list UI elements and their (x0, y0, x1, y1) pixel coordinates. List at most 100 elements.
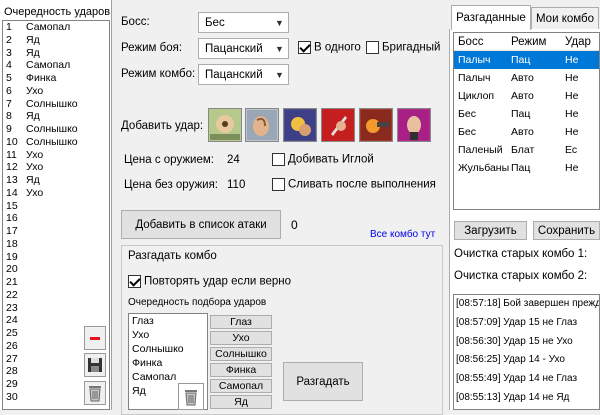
strike-queue-row[interactable]: 11 Ухо (3, 149, 109, 162)
repeat-strike-checkbox[interactable]: Повторять удар если верно (128, 275, 291, 288)
combo-mode-select[interactable]: Пацанский ▼ (198, 64, 289, 85)
strike-queue-row[interactable]: 19 (3, 251, 109, 264)
pick-order-item[interactable]: Самопал (129, 370, 207, 384)
pick-order-item[interactable]: Глаз (129, 314, 207, 328)
strike-queue-row[interactable]: 10 Солнышко (3, 136, 109, 149)
strike-queue-number: 2 (6, 33, 12, 46)
solve-button[interactable]: Разгадать (283, 362, 363, 401)
brigade-checkbox-label: Бригадный (382, 41, 441, 54)
finish-needle-checkbox-box[interactable] (272, 153, 285, 166)
strike-queue-row[interactable]: 20 (3, 263, 109, 276)
table-cell-boss: Палыч (458, 72, 491, 84)
minus-icon (90, 336, 100, 340)
strike-eye-icon[interactable] (208, 108, 242, 142)
strike-poison-icon[interactable] (397, 108, 431, 142)
strike-queue-number: 7 (6, 97, 12, 110)
solo-checkbox[interactable]: В одного (298, 41, 361, 54)
load-button[interactable]: Загрузить (454, 221, 527, 240)
table-cell-strike: Не (565, 126, 579, 138)
strike-queue-row[interactable]: 12 Ухо (3, 161, 109, 174)
strike-queue-row[interactable]: 13 Яд (3, 174, 109, 187)
solo-checkbox-box[interactable] (298, 41, 311, 54)
table-cell-strike: Не (565, 54, 579, 66)
strike-queue-row[interactable]: 23 (3, 302, 109, 315)
solved-combos-table[interactable]: Босс Режим Удар Палыч Пац Не Палыч Авто Не Цик… (453, 32, 600, 210)
strike-queue-name: Яд (26, 110, 40, 123)
all-combos-link[interactable]: Все комбо тут (370, 229, 435, 240)
strike-queue-row[interactable]: 22 (3, 289, 109, 302)
strike-pick-button[interactable]: Ухо (210, 331, 272, 345)
trash-bin-icon (185, 389, 197, 405)
brigade-checkbox[interactable]: Бригадный (366, 41, 440, 54)
strike-queue-row[interactable]: 3 Яд (3, 47, 109, 60)
table-cell-strike: Ес (565, 144, 578, 156)
strike-queue-row[interactable]: 16 (3, 212, 109, 225)
strike-queue-name (21, 200, 26, 213)
pick-order-item[interactable]: Финка (129, 356, 207, 370)
tab-solved[interactable]: Разгаданные (451, 5, 531, 30)
brigade-checkbox-box[interactable] (366, 41, 379, 54)
strike-queue-row[interactable]: 5 Финка (3, 72, 109, 85)
table-row[interactable]: Бес Пац Не (454, 105, 599, 123)
table-row[interactable]: Жульбаны Пац Не (454, 159, 599, 177)
strike-queue-row[interactable]: 14 Ухо (3, 187, 109, 200)
table-row[interactable]: Циклоп Авто Не (454, 87, 599, 105)
repeat-strike-checkbox-box[interactable] (128, 275, 141, 288)
log-entry: [08:56:25] Удар 14 - Ухо (456, 354, 565, 366)
strike-knife-icon[interactable] (321, 108, 355, 142)
strike-queue-number: 29 (6, 378, 18, 390)
table-row[interactable]: Палыч Пац Не (454, 51, 599, 69)
strike-queue-row[interactable]: 21 (3, 276, 109, 289)
strike-queue-row[interactable]: 8 Яд (3, 110, 109, 123)
strike-queue-row[interactable]: 7 Солнышко (3, 98, 109, 111)
price-without-weapon-value: 110 (227, 179, 246, 191)
strike-queue-row[interactable]: 6 Ухо (3, 85, 109, 98)
pick-order-item[interactable]: Солнышко (129, 342, 207, 356)
save-queue-button[interactable] (84, 353, 106, 377)
column-header-strike[interactable]: Удар (563, 36, 599, 48)
chevron-down-icon: ▼ (275, 17, 284, 28)
strike-pick-button[interactable]: Глаз (210, 315, 272, 329)
strike-gun-icon[interactable] (359, 108, 393, 142)
table-row[interactable]: Палыч Авто Не (454, 69, 599, 87)
column-header-boss[interactable]: Босс (454, 36, 509, 48)
strike-pick-button[interactable]: Яд (210, 395, 272, 409)
strike-queue-name (21, 263, 26, 276)
merge-after-checkbox-box[interactable] (272, 178, 285, 191)
price-without-weapon-label: Цена без оружия: (124, 179, 218, 191)
table-row[interactable]: Бес Авто Не (454, 123, 599, 141)
strike-pick-button[interactable]: Солнышко (210, 347, 272, 361)
strike-queue-row[interactable]: 15 (3, 200, 109, 213)
strike-queue-row[interactable]: 9 Солнышко (3, 123, 109, 136)
finish-needle-checkbox[interactable]: Добивать Иглой (272, 153, 374, 166)
strike-queue-row[interactable]: 17 (3, 225, 109, 238)
strike-sun-icon[interactable] (283, 108, 317, 142)
strike-queue-list[interactable]: 1 Самопал 2 Яд 3 Яд 4 Самопал 5 Финка 6 Ухо 7 Солнышк… (2, 20, 110, 410)
strike-pick-button[interactable]: Финка (210, 363, 272, 377)
table-cell-boss: Бес (458, 108, 476, 120)
merge-after-checkbox[interactable]: Сливать после выполнения (272, 178, 436, 191)
tab-my-combos[interactable]: Мои комбо (531, 7, 599, 29)
save-button[interactable]: Сохранить (533, 221, 600, 240)
pick-order-item[interactable]: Ухо (129, 328, 207, 342)
add-to-attack-button[interactable]: Добавить в список атаки (121, 210, 281, 239)
clear-pick-order-button[interactable] (178, 383, 204, 410)
clear-queue-button[interactable] (84, 381, 106, 405)
delete-strike-button[interactable] (84, 326, 106, 350)
strike-queue-row[interactable]: 2 Яд (3, 34, 109, 47)
table-row[interactable]: Паленый Блат Ес (454, 141, 599, 159)
battle-log[interactable]: [08:57:18] Бой завершен прежде [08:57:09]… (453, 294, 600, 410)
strike-queue-row[interactable]: 18 (3, 238, 109, 251)
strike-queue-name: Самопал (26, 21, 71, 33)
strike-queue-number: 18 (6, 237, 18, 250)
strike-pick-button[interactable]: Самопал (210, 379, 272, 393)
solve-combo-group-title: Разгадать комбо (128, 250, 217, 262)
strike-queue-number: 22 (6, 288, 18, 301)
strike-queue-row[interactable]: 4 Самопал (3, 59, 109, 72)
fight-mode-select[interactable]: Пацанский ▼ (198, 38, 289, 59)
strike-queue-row[interactable]: 1 Самопал (3, 21, 109, 34)
column-header-mode[interactable]: Режим (509, 36, 563, 48)
strike-ear-icon[interactable] (245, 108, 279, 142)
strike-queue-name: Ухо (26, 148, 44, 161)
boss-select[interactable]: Бес ▼ (198, 12, 289, 33)
